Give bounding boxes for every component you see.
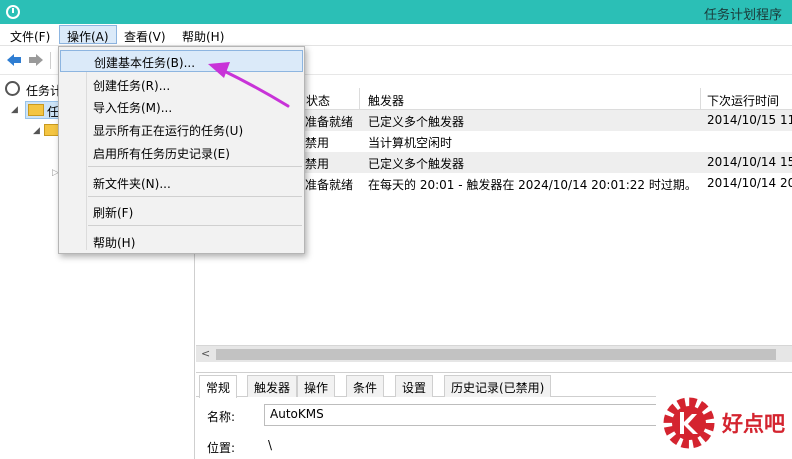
menu-item-refresh[interactable]: 刷新(F) [60, 201, 303, 223]
name-label: 名称: [207, 410, 236, 424]
menu-separator [88, 225, 302, 226]
name-value: AutoKMS [270, 407, 324, 421]
folder-icon [28, 104, 44, 116]
scroll-left-icon[interactable]: < [201, 347, 210, 360]
tab-actions[interactable]: 操作 [297, 375, 336, 397]
tab-conditions[interactable]: 条件 [346, 375, 385, 397]
menu-view[interactable]: 查看(V) [117, 26, 173, 45]
cell-trigger: 在每天的 20:01 - 触发器在 2024/10/14 20:01:22 时过… [368, 178, 697, 192]
menu-item-show-running[interactable]: 显示所有正在运行的任务(U) [60, 119, 303, 141]
watermark-text: 好点吧 [722, 412, 785, 436]
cell-next-run: 2014/10/15 11 [707, 113, 792, 127]
tree-collapse-icon[interactable]: ◢ [33, 126, 40, 136]
column-trigger[interactable]: 触发器 [368, 92, 404, 109]
menu-item-help[interactable]: 帮助(H) [60, 231, 303, 253]
tab-settings[interactable]: 设置 [395, 375, 434, 397]
column-divider[interactable] [359, 88, 360, 110]
annotation-arrow [208, 62, 290, 108]
cell-next-run: 2014/10/14 20 [707, 176, 792, 190]
window-title: 任务计划程序 [703, 8, 782, 23]
menu-separator [88, 166, 302, 167]
menu-help[interactable]: 帮助(H) [175, 26, 231, 45]
cell-status: 禁用 [305, 157, 330, 171]
title-bar: 任务计划程序 [0, 0, 792, 24]
cell-next-run: 2014/10/14 15 [707, 155, 792, 169]
menu-item-enable-history[interactable]: 启用所有任务历史记录(E) [60, 142, 303, 164]
tab-triggers[interactable]: 触发器 [247, 375, 298, 397]
cell-trigger: 当计算机空闲时 [368, 136, 453, 150]
menu-separator [88, 196, 302, 197]
clock-icon [5, 81, 20, 96]
cell-status: 准备就绪 [305, 178, 354, 192]
menu-file[interactable]: 文件(F) [3, 26, 57, 45]
clock-icon [6, 5, 20, 19]
name-field[interactable] [264, 404, 674, 426]
gear-logo-icon [663, 397, 715, 449]
toolbar-divider [50, 52, 51, 69]
scrollbar-thumb[interactable] [216, 349, 776, 360]
column-status[interactable]: 状态 [306, 92, 330, 109]
cell-status: 准备就绪 [305, 115, 354, 129]
cell-trigger: 已定义多个触发器 [368, 157, 465, 171]
tree-collapse-icon[interactable]: ◢ [11, 105, 18, 115]
menu-item-new-folder[interactable]: 新文件夹(N)... [60, 172, 303, 194]
location-value: \ [268, 438, 273, 452]
cell-status: 禁用 [305, 136, 330, 150]
tab-general[interactable]: 常规 [199, 375, 238, 398]
column-next-run[interactable]: 下次运行时间 [707, 92, 779, 109]
location-label: 位置: [207, 441, 236, 455]
forward-arrow-icon[interactable] [28, 53, 44, 67]
back-arrow-icon[interactable] [6, 53, 22, 67]
menu-bar: 文件(F) 操作(A) 查看(V) 帮助(H) [0, 24, 792, 46]
menu-action[interactable]: 操作(A) [59, 25, 117, 44]
horizontal-scrollbar[interactable]: < [196, 345, 792, 362]
tree-item-root[interactable]: 任务计 [26, 82, 62, 99]
column-divider[interactable] [700, 88, 701, 110]
cell-trigger: 已定义多个触发器 [368, 115, 465, 129]
tab-history[interactable]: 历史记录(已禁用) [444, 375, 552, 397]
